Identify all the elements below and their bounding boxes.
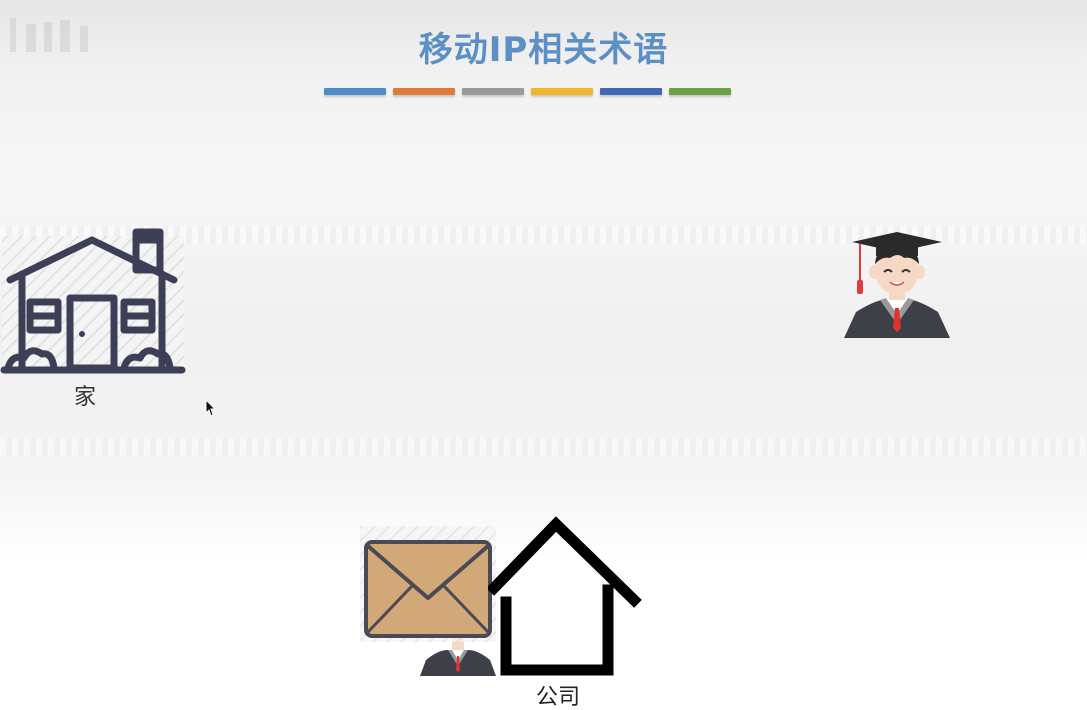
envelope-icon — [360, 526, 496, 642]
graduate-student-icon — [842, 228, 952, 342]
color-bar-segment — [600, 88, 662, 95]
color-bar-segment — [324, 88, 386, 95]
color-bar-segment — [669, 88, 731, 95]
color-bar-segment — [462, 88, 524, 95]
home-label: 家 — [74, 385, 97, 410]
color-bar-segment — [393, 88, 455, 95]
color-bar-segment — [531, 88, 593, 95]
slide-title: 移动IP相关术语 — [418, 30, 669, 70]
home-icon — [0, 228, 186, 376]
company-label: 公司 — [536, 685, 581, 710]
mouse-pointer-icon — [205, 398, 217, 417]
title-underline-color-bar — [324, 88, 731, 95]
company-house-icon — [486, 516, 642, 680]
video-artifact-band — [0, 438, 1087, 456]
